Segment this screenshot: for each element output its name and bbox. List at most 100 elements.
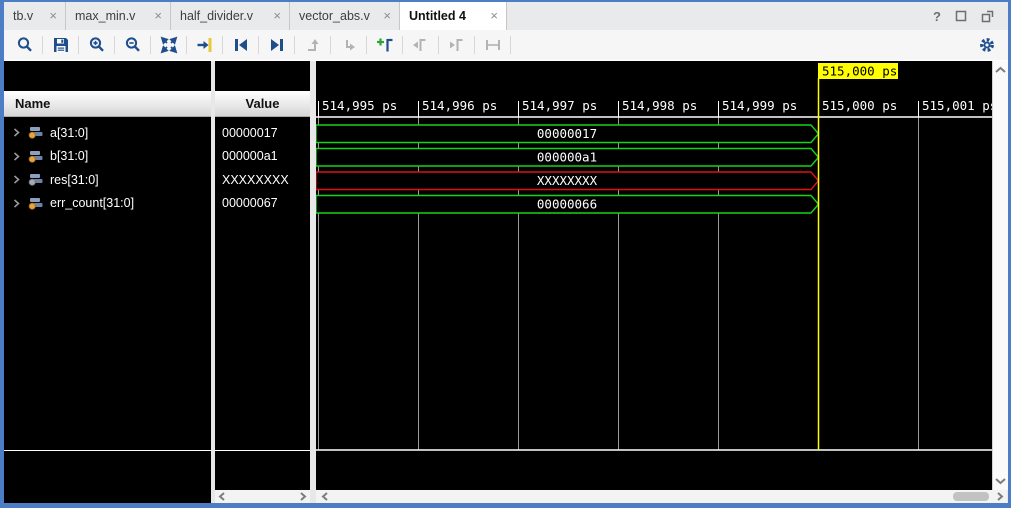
tab-bar: tb.v × max_min.v × half_divider.v × vect… [4, 2, 1008, 31]
next-marker-button[interactable] [442, 32, 471, 58]
bus-signal-icon [28, 197, 43, 210]
search-icon [16, 36, 34, 54]
scroll-up-icon[interactable] [995, 66, 1006, 74]
signal-row-a[interactable]: a[31:0] [4, 121, 211, 144]
add-marker-button[interactable] [370, 32, 399, 58]
bus-value-labels: 00000017 000000a1 XXXXXXXX 00000066 [537, 126, 598, 212]
signal-name-panel: Name a[31:0] b[31:0] res[31:0] err_count… [4, 61, 211, 503]
tab-label: half_divider.v [180, 2, 253, 30]
tab-untitled-4[interactable]: Untitled 4 × [400, 2, 507, 30]
expand-icon[interactable] [12, 152, 21, 161]
waveform-svg: 514,995 ps 514,996 ps 514,997 ps 514,998… [316, 61, 992, 503]
tab-label: vector_abs.v [299, 2, 370, 30]
cursor-label: 515,000 ps [822, 64, 897, 79]
swap-cursors-icon [484, 36, 502, 54]
move-up-button[interactable] [298, 32, 327, 58]
window-border-left [0, 0, 4, 508]
scroll-left-icon[interactable] [218, 492, 226, 501]
wave-hscrollbar[interactable] [316, 490, 1007, 503]
settings-button[interactable] [975, 33, 999, 57]
value-text: XXXXXXXX [222, 173, 289, 187]
close-icon[interactable]: × [154, 2, 162, 30]
tick-label: 514,995 ps [322, 98, 397, 113]
wave-toolbar [4, 30, 1008, 60]
value-column-header[interactable]: Value [215, 91, 310, 117]
close-icon[interactable]: × [49, 2, 57, 30]
panel-bottom-line [215, 450, 310, 451]
zoom-fit-button[interactable] [154, 32, 183, 58]
signal-value[interactable]: 000000a1 [215, 145, 310, 168]
bus-value: 00000066 [537, 197, 597, 212]
zoom-fit-icon [160, 36, 178, 54]
help-icon[interactable]: ? [933, 9, 941, 24]
signal-name: err_count[31:0] [50, 196, 134, 210]
previous-transition-icon [232, 36, 250, 54]
tick-label: 514,996 ps [422, 98, 497, 113]
tab-label: max_min.v [75, 2, 135, 30]
signal-row-res[interactable]: res[31:0] [4, 168, 211, 191]
go-to-cursor-button[interactable] [190, 32, 219, 58]
value-text: 000000a1 [222, 149, 278, 163]
signal-name: res[31:0] [50, 173, 99, 187]
move-up-icon [304, 36, 322, 54]
signal-row-b[interactable]: b[31:0] [4, 145, 211, 168]
previous-marker-icon [412, 36, 430, 54]
next-transition-icon [268, 36, 286, 54]
value-text: 00000017 [222, 126, 278, 140]
bus-signal-icon [28, 126, 43, 139]
gear-icon [978, 36, 996, 54]
tab-max-min-v[interactable]: max_min.v × [66, 2, 171, 30]
add-marker-icon [376, 36, 394, 54]
next-transition-button[interactable] [262, 32, 291, 58]
tab-vector-abs-v[interactable]: vector_abs.v × [290, 2, 400, 30]
close-icon[interactable]: × [273, 2, 281, 30]
next-marker-icon [448, 36, 466, 54]
tab-label: Untitled 4 [409, 2, 466, 30]
float-icon[interactable] [981, 10, 994, 23]
window-controls: ? [933, 2, 994, 30]
tab-tb-v[interactable]: tb.v × [4, 2, 66, 30]
tab-label: tb.v [13, 2, 33, 30]
tick-label: 514,998 ps [622, 98, 697, 113]
maximize-icon[interactable] [955, 10, 967, 22]
scroll-down-icon[interactable] [995, 477, 1006, 485]
swap-cursors-button[interactable] [478, 32, 507, 58]
tick-label: 514,999 ps [722, 98, 797, 113]
hscroll-thumb[interactable] [953, 492, 989, 501]
bus-value: 00000017 [537, 126, 597, 141]
window-border-top [0, 0, 1011, 2]
close-icon[interactable]: × [490, 2, 498, 30]
value-panel-hscrollbar[interactable] [215, 490, 310, 503]
panel-bottom-line [4, 450, 211, 451]
signal-value[interactable]: 00000017 [215, 121, 310, 144]
tab-half-divider-v[interactable]: half_divider.v × [171, 2, 290, 30]
signal-value-panel: Value 00000017 000000a1 XXXXXXXX 0000006… [215, 61, 310, 490]
go-to-cursor-icon [196, 36, 214, 54]
time-tick-labels: 514,995 ps 514,996 ps 514,997 ps 514,998… [322, 98, 992, 113]
close-icon[interactable]: × [383, 2, 391, 30]
zoom-in-button[interactable] [82, 32, 111, 58]
expand-icon[interactable] [12, 199, 21, 208]
save-icon [52, 36, 70, 54]
name-column-header[interactable]: Name [4, 91, 211, 117]
save-wave-config-button[interactable] [46, 32, 75, 58]
expand-icon[interactable] [12, 128, 21, 137]
find-button[interactable] [10, 32, 39, 58]
previous-transition-button[interactable] [226, 32, 255, 58]
expand-icon[interactable] [12, 175, 21, 184]
tick-label: 515,001 ps [922, 98, 992, 113]
waveform-canvas[interactable]: 514,995 ps 514,996 ps 514,997 ps 514,998… [316, 61, 992, 503]
move-down-icon [340, 36, 358, 54]
scroll-right-icon[interactable] [996, 492, 1004, 501]
scroll-left-icon[interactable] [321, 492, 329, 501]
scroll-right-icon[interactable] [299, 492, 307, 501]
zoom-out-icon [124, 36, 142, 54]
previous-marker-button[interactable] [406, 32, 435, 58]
signal-value[interactable]: 00000067 [215, 192, 310, 215]
wave-vscrollbar[interactable] [992, 61, 1008, 490]
signal-value[interactable]: XXXXXXXX [215, 168, 310, 191]
zoom-out-button[interactable] [118, 32, 147, 58]
bus-signal-icon [28, 150, 43, 163]
signal-row-err-count[interactable]: err_count[31:0] [4, 192, 211, 215]
move-down-button[interactable] [334, 32, 363, 58]
